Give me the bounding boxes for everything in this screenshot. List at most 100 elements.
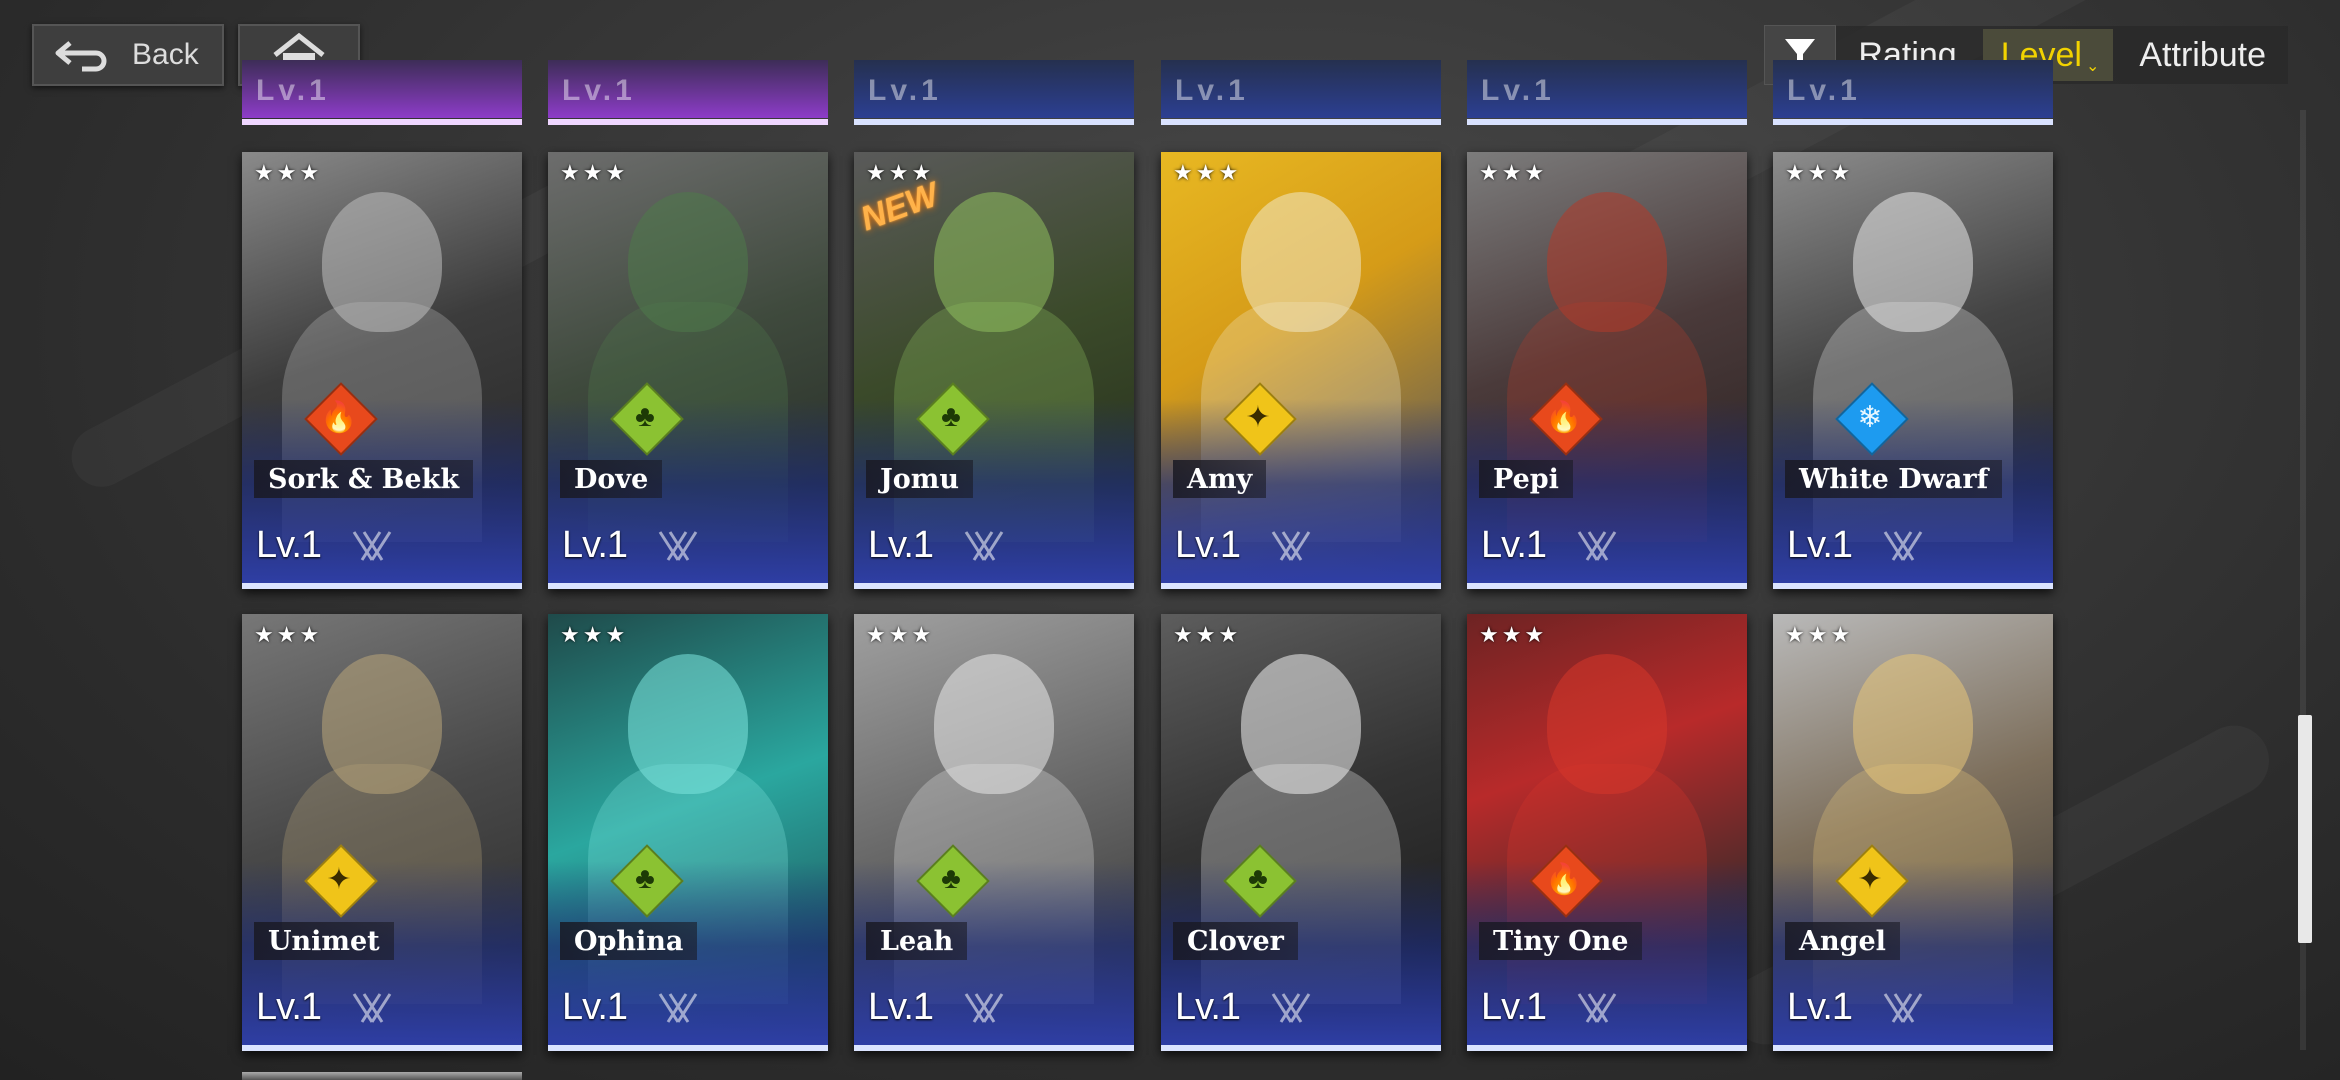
leaf-tree-icon: ♣ xyxy=(635,862,655,895)
rank-x-icon xyxy=(352,531,392,561)
character-card[interactable]: ★★★ ✦ Amy Lv.1 xyxy=(1161,152,1441,589)
card-bottom-bar xyxy=(1467,583,1747,589)
partial-card-bar xyxy=(854,119,1134,125)
card-bottom-bar xyxy=(1161,583,1441,589)
star-rating: ★★★ xyxy=(1785,160,1854,185)
partial-card[interactable]: Lv.1 xyxy=(548,60,828,125)
rank-x-icon xyxy=(1271,993,1311,1023)
spark-icon: ✦ xyxy=(1245,400,1271,434)
character-level: Lv.1 xyxy=(562,986,628,1028)
back-label: Back xyxy=(132,38,199,71)
partial-card-bar xyxy=(1773,119,2053,125)
fire-icon: 🔥 xyxy=(320,400,358,434)
card-bottom-bar xyxy=(1773,583,2053,589)
star-rating: ★★★ xyxy=(560,622,629,647)
back-button[interactable]: Back xyxy=(32,24,224,86)
leaf-tree-icon: ♣ xyxy=(941,862,961,895)
fire-icon: 🔥 xyxy=(1545,862,1583,896)
card-bottom-bar xyxy=(1161,1045,1441,1051)
card-bottom-bar xyxy=(548,1045,828,1051)
sort-attribute-tab[interactable]: Attribute xyxy=(2117,28,2288,82)
character-name: Leah xyxy=(880,925,954,957)
attribute-badge: ♣ xyxy=(1223,844,1297,918)
character-card[interactable]: ★★★ ✦ Angel Lv.1 xyxy=(1773,614,2053,1051)
attribute-badge: ❄ xyxy=(1835,382,1909,456)
character-level: Lv.1 xyxy=(1175,986,1241,1028)
character-card[interactable]: ★★★ NEW ♣ Jomu Lv.1 xyxy=(854,152,1134,589)
character-card[interactable]: ★★★ ✦ Unimet Lv.1 xyxy=(242,614,522,1051)
character-name: Sork & Bekk xyxy=(268,463,460,495)
partial-level-text: Lv.1 xyxy=(562,74,636,107)
character-card[interactable]: ★★★ 🔥 Sork & Bekk Lv.1 xyxy=(242,152,522,589)
character-name-plate: Leah xyxy=(866,922,968,960)
chevron-down-icon: ⌄ xyxy=(2085,58,2100,75)
rank-x-icon xyxy=(1577,531,1617,561)
character-name: Unimet xyxy=(268,925,380,957)
character-name-plate: White Dwarf xyxy=(1785,460,2003,498)
character-card[interactable]: ★★★ ❄ White Dwarf Lv.1 xyxy=(1773,152,2053,589)
attribute-badge: 🔥 xyxy=(1529,382,1603,456)
partial-card[interactable]: Lv.1 xyxy=(1773,60,2053,125)
attribute-badge: ✦ xyxy=(304,844,378,918)
character-card[interactable]: ★★★ ♣ Dove Lv.1 xyxy=(548,152,828,589)
attribute-badge: ♣ xyxy=(916,844,990,918)
partial-level-text: Lv.1 xyxy=(1175,74,1249,107)
character-level: Lv.1 xyxy=(1481,524,1547,566)
scrollbar-thumb[interactable] xyxy=(2298,715,2312,943)
fire-icon: 🔥 xyxy=(1545,400,1583,434)
character-card[interactable]: ★★★ 🔥 Tiny One Lv.1 xyxy=(1467,614,1747,1051)
character-card[interactable]: ★★★ ♣ Ophina Lv.1 xyxy=(548,614,828,1051)
partial-card-bar xyxy=(1467,119,1747,125)
snowflake-icon: ❄ xyxy=(1857,400,1883,434)
attribute-badge: 🔥 xyxy=(304,382,378,456)
character-name-plate: Tiny One xyxy=(1479,922,1643,960)
character-name-plate: Unimet xyxy=(254,922,394,960)
character-name: Clover xyxy=(1187,925,1284,957)
character-level: Lv.1 xyxy=(868,986,934,1028)
character-name: Pepi xyxy=(1493,463,1559,495)
character-name-plate: Angel xyxy=(1785,922,1900,960)
spark-icon: ✦ xyxy=(1857,862,1883,896)
star-rating: ★★★ xyxy=(1173,160,1242,185)
spark-icon: ✦ xyxy=(326,862,352,896)
partial-level-text: Lv.1 xyxy=(1481,74,1555,107)
partial-card[interactable]: Lv.1 xyxy=(854,60,1134,125)
star-rating: ★★★ xyxy=(866,622,935,647)
partial-card-bar xyxy=(1161,119,1441,125)
rank-x-icon xyxy=(1271,531,1311,561)
character-level: Lv.1 xyxy=(256,524,322,566)
star-rating: ★★★ xyxy=(254,160,323,185)
next-row-card-peek[interactable] xyxy=(242,1072,522,1080)
rank-x-icon xyxy=(1883,993,1923,1023)
leaf-tree-icon: ♣ xyxy=(941,400,961,433)
character-level: Lv.1 xyxy=(868,524,934,566)
partial-card[interactable]: Lv.1 xyxy=(1467,60,1747,125)
card-bottom-bar xyxy=(854,1045,1134,1051)
character-name-plate: Pepi xyxy=(1479,460,1573,498)
rank-x-icon xyxy=(352,993,392,1023)
attribute-badge: ✦ xyxy=(1223,382,1297,456)
star-rating: ★★★ xyxy=(560,160,629,185)
character-name: Dove xyxy=(574,463,649,495)
card-bottom-bar xyxy=(854,583,1134,589)
character-level: Lv.1 xyxy=(1175,524,1241,566)
character-card[interactable]: ★★★ 🔥 Pepi Lv.1 xyxy=(1467,152,1747,589)
attribute-badge: ♣ xyxy=(916,382,990,456)
character-name-plate: Ophina xyxy=(560,922,698,960)
partial-card[interactable]: Lv.1 xyxy=(242,60,522,125)
character-level: Lv.1 xyxy=(562,524,628,566)
partial-level-text: Lv.1 xyxy=(1787,74,1861,107)
character-name-plate: Dove xyxy=(560,460,663,498)
character-name: Jomu xyxy=(880,463,959,495)
attribute-badge: 🔥 xyxy=(1529,844,1603,918)
character-name: Tiny One xyxy=(1493,925,1629,957)
character-name: White Dwarf xyxy=(1799,463,1989,495)
star-rating: ★★★ xyxy=(1173,622,1242,647)
rank-x-icon xyxy=(964,993,1004,1023)
leaf-tree-icon: ♣ xyxy=(1248,862,1268,895)
character-card[interactable]: ★★★ ♣ Leah Lv.1 xyxy=(854,614,1134,1051)
card-bottom-bar xyxy=(548,583,828,589)
partial-card[interactable]: Lv.1 xyxy=(1161,60,1441,125)
character-name: Angel xyxy=(1799,925,1886,957)
character-card[interactable]: ★★★ ♣ Clover Lv.1 xyxy=(1161,614,1441,1051)
